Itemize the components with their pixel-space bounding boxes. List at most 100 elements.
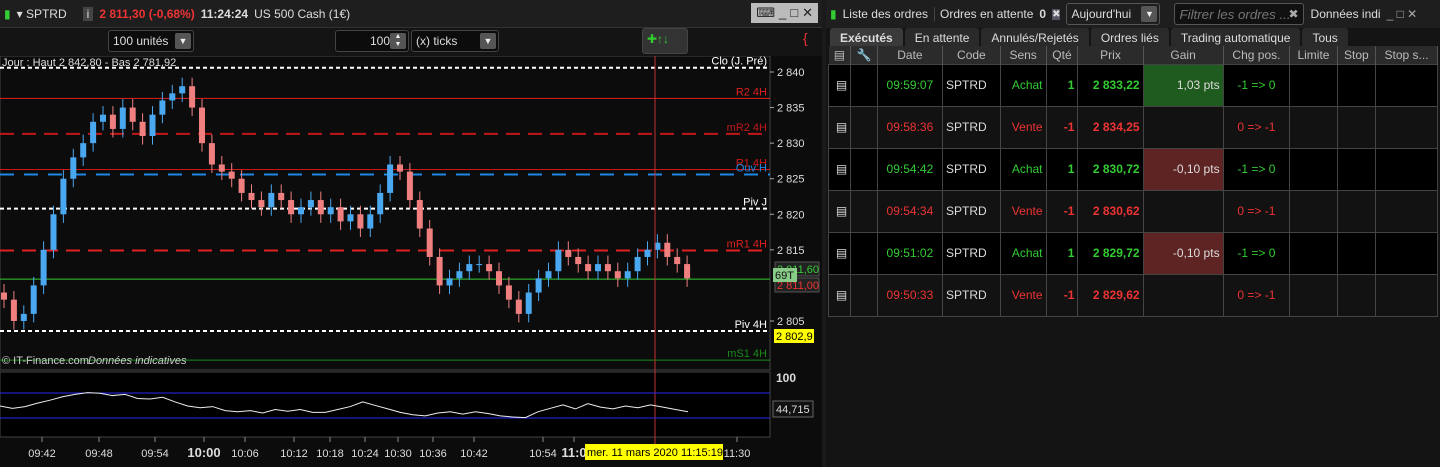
data-label: Données indi bbox=[1310, 7, 1381, 21]
tab-1[interactable]: En attente bbox=[904, 28, 980, 48]
date: 09:54:42 bbox=[876, 147, 943, 191]
chg: -1 => 0 bbox=[1222, 147, 1291, 191]
candle-body bbox=[505, 285, 512, 300]
indicators-button[interactable]: ✚↑↓ bbox=[642, 28, 688, 54]
order-row[interactable]: ▤ 09:54:42 SPTRD Achat 1 2 830,72 -0,10 pts -1 … bbox=[827, 147, 1438, 191]
candle-body bbox=[476, 264, 483, 266]
column-header[interactable]: Prix bbox=[1077, 46, 1144, 64]
chevron-down-icon: ▼ bbox=[480, 33, 496, 49]
column-header[interactable]: Gain bbox=[1143, 46, 1224, 64]
tab-0[interactable]: Exécutés bbox=[830, 28, 903, 48]
order-row[interactable]: ▤ 09:51:02 SPTRD Achat 1 2 829,72 -0,10 pts -1 … bbox=[827, 231, 1438, 275]
empty-cell bbox=[1336, 273, 1377, 317]
column-header[interactable]: Qté bbox=[1046, 46, 1079, 64]
x-tick-label: 09:42 bbox=[28, 448, 56, 460]
x-tick-label: 10:12 bbox=[280, 448, 308, 460]
tab-5[interactable]: Tous bbox=[1302, 28, 1348, 48]
x-tick-label: 10:42 bbox=[460, 448, 488, 460]
column-header[interactable]: Chg pos. bbox=[1223, 46, 1291, 64]
price: 2 829,62 bbox=[1077, 273, 1144, 317]
candle-body bbox=[406, 171, 413, 201]
symbol: SPTRD bbox=[25, 6, 67, 21]
column-header[interactable]: Code bbox=[942, 46, 1001, 64]
empty-cell bbox=[1336, 231, 1377, 275]
minimize-icon[interactable]: _ bbox=[779, 5, 786, 21]
close-icon[interactable]: ✕ bbox=[802, 5, 813, 21]
x-tick-label: 10:36 bbox=[419, 448, 447, 460]
stepper-icon[interactable]: ▲ ▼ bbox=[390, 33, 406, 49]
column-header[interactable]: Sens bbox=[1000, 46, 1047, 64]
maximize-icon[interactable]: □ bbox=[790, 5, 798, 21]
order-tabs: Exécutés En attente Annulés/Rejetés Ordres … bbox=[830, 28, 1348, 48]
candle-body bbox=[189, 86, 196, 108]
doc-col-icon[interactable]: ▤ bbox=[828, 46, 852, 64]
tab-2[interactable]: Annulés/Rejetés bbox=[981, 28, 1089, 48]
chart-toolbar: 100 unités ▼ 100 ▲ ▼ (x) ticks ▼ ✚↑↓ { bbox=[0, 28, 822, 56]
level-label: Piv J bbox=[743, 197, 767, 209]
units-select[interactable]: 100 unités ▼ bbox=[108, 30, 194, 52]
info-icon[interactable]: i bbox=[82, 6, 94, 21]
candle-body bbox=[486, 264, 493, 272]
settings-col-icon[interactable]: 🔧 bbox=[850, 46, 878, 64]
order-row[interactable]: ▤ 09:50:33 SPTRD Vente -1 2 829,62 0 => -1 bbox=[827, 273, 1438, 317]
keyboard-icon[interactable]: ⌨ bbox=[756, 5, 775, 21]
code: SPTRD bbox=[941, 273, 1001, 317]
candle-body bbox=[585, 264, 592, 272]
chart-header: ▮ ▾ SPTRD i 2 811,30 (-0,68%) 11:24:24 U… bbox=[0, 0, 822, 28]
marker-price: 2 802,9 bbox=[776, 331, 813, 343]
order-row[interactable]: ▤ 09:58:36 SPTRD Vente -1 2 834,25 0 => -1 bbox=[827, 105, 1438, 149]
candle-body bbox=[337, 207, 344, 222]
empty-cell bbox=[1289, 63, 1338, 107]
candle-body bbox=[60, 178, 67, 215]
doc-icon: ▤ bbox=[827, 231, 852, 275]
price-chart[interactable]: Clo (J. Pré)R2 4HmR2 4HR1 4HOuv HPiv JmR… bbox=[0, 56, 822, 467]
cancel-pending-icon[interactable]: ✖ bbox=[1052, 8, 1061, 20]
side-toggle-icon[interactable]: { bbox=[803, 30, 808, 46]
candle-icon[interactable]: ▮ bbox=[4, 7, 11, 21]
order-row[interactable]: ▤ 09:54:34 SPTRD Vente -1 2 830,62 0 => -1 bbox=[827, 189, 1438, 233]
code: SPTRD bbox=[941, 63, 1001, 107]
candle-body bbox=[307, 200, 314, 208]
candle-body bbox=[357, 214, 364, 229]
tab-4[interactable]: Trading automatique bbox=[1170, 28, 1301, 48]
ticks-input[interactable]: 100 ▲ ▼ bbox=[335, 30, 409, 52]
filter-input[interactable] bbox=[1174, 3, 1305, 25]
pending-count: 0 bbox=[1039, 7, 1047, 21]
window-controls[interactable]: _ □ ✕ bbox=[1387, 7, 1418, 21]
candle-body bbox=[367, 214, 374, 229]
qty: 1 bbox=[1045, 231, 1079, 275]
empty-cell bbox=[1375, 63, 1438, 107]
period-value: Aujourd'hui bbox=[1071, 7, 1132, 21]
symbol-selector[interactable]: ▾ SPTRD bbox=[17, 7, 67, 21]
candle-body bbox=[268, 192, 275, 208]
rsi-top-label: 100 bbox=[776, 371, 796, 385]
sens: Achat bbox=[999, 63, 1047, 107]
y-tick-label: 2 835 bbox=[777, 103, 805, 115]
y-tick-label: 2 815 bbox=[777, 245, 805, 257]
column-header[interactable]: Limite bbox=[1289, 46, 1338, 64]
clear-filter-icon[interactable]: ✖ bbox=[1288, 7, 1298, 21]
instrument-name: US 500 Cash (1€) bbox=[254, 6, 351, 21]
price: 2 834,25 bbox=[1077, 105, 1144, 149]
qty: 1 bbox=[1045, 147, 1079, 191]
candle-body bbox=[248, 192, 255, 201]
column-header[interactable]: Date bbox=[877, 46, 943, 64]
period-select[interactable]: Aujourd'hui ▼ bbox=[1066, 3, 1161, 25]
ticks-select[interactable]: (x) ticks ▼ bbox=[411, 30, 499, 52]
tab-3[interactable]: Ordres liés bbox=[1090, 28, 1169, 48]
chg: -1 => 0 bbox=[1222, 63, 1291, 107]
candle-body bbox=[50, 214, 57, 250]
candle-body bbox=[30, 285, 37, 314]
candle-body bbox=[100, 114, 106, 122]
candle-body bbox=[535, 278, 542, 293]
column-header[interactable]: Stop s... bbox=[1375, 46, 1438, 64]
column-header[interactable]: Stop bbox=[1337, 46, 1377, 64]
gain: -0,10 pts bbox=[1142, 147, 1224, 191]
x-tick-label: 10:18 bbox=[316, 448, 344, 460]
rsi-value: 44,715 bbox=[776, 404, 810, 416]
y-tick-label: 2 825 bbox=[777, 174, 805, 186]
copyright: © IT-Finance.com bbox=[2, 355, 89, 367]
candle-body bbox=[466, 264, 473, 272]
order-row[interactable]: ▤ 09:59:07 SPTRD Achat 1 2 833,22 1,03 pts -1 =… bbox=[827, 63, 1438, 107]
chg: 0 => -1 bbox=[1222, 273, 1291, 317]
